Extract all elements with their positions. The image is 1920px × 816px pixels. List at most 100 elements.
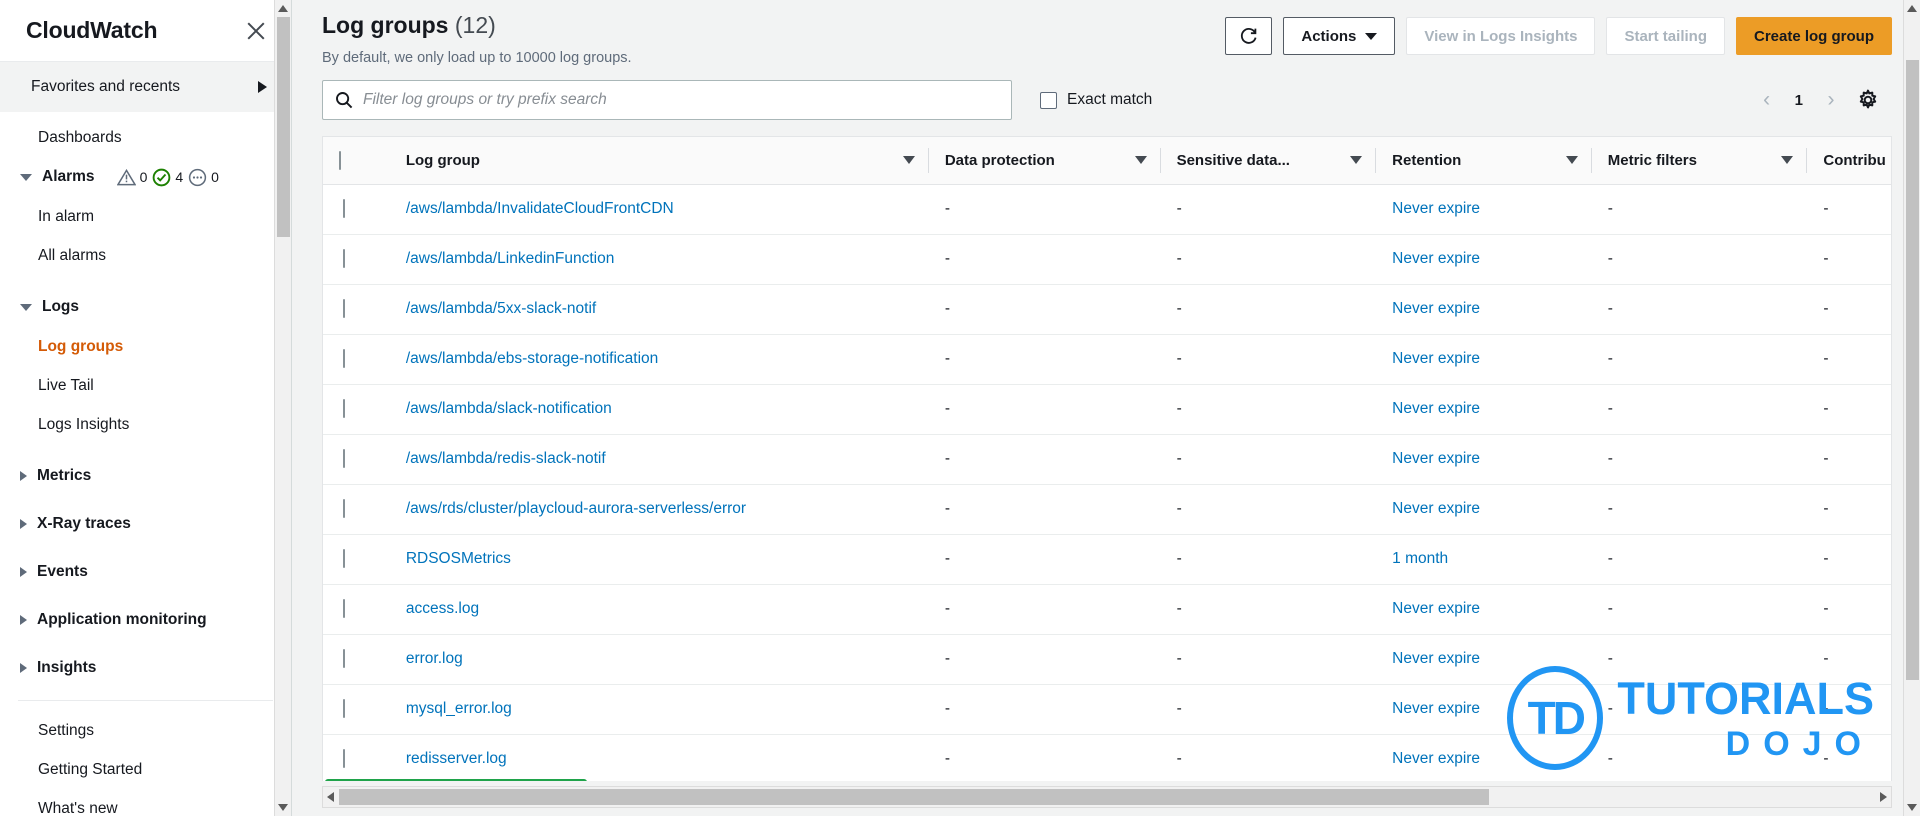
- sidebar-item-application-monitoring[interactable]: Application monitoring: [0, 600, 291, 640]
- view-in-logs-insights-button[interactable]: View in Logs Insights: [1406, 17, 1596, 55]
- table-row[interactable]: error.log - - Never expire - -: [323, 634, 1891, 685]
- table-row[interactable]: /aws/lambda/slack-notification - - Never ex…: [323, 384, 1891, 435]
- sidebar-item-logs-insights[interactable]: Logs Insights: [0, 405, 291, 444]
- sort-icon[interactable]: [1350, 156, 1363, 165]
- scroll-right-icon[interactable]: [1880, 792, 1887, 802]
- table-row[interactable]: mysql_error.log - - Never expire - -: [323, 684, 1891, 735]
- row-checkbox[interactable]: [343, 449, 345, 468]
- sidebar-item-metrics[interactable]: Metrics: [0, 456, 291, 496]
- sidebar-item-whats-new[interactable]: What's new: [0, 789, 291, 816]
- table-row[interactable]: RDSOSMetrics - -1 month - -: [323, 534, 1891, 585]
- sidebar-item-insights[interactable]: Insights: [0, 648, 291, 688]
- table-row[interactable]: /aws/lambda/ebs-storage-notification - - Ne…: [323, 334, 1891, 385]
- retention-link[interactable]: Never expire: [1392, 400, 1480, 417]
- log-group-link[interactable]: /aws/rds/cluster/playcloud-aurora-server…: [406, 500, 746, 517]
- row-checkbox[interactable]: [343, 749, 345, 768]
- actions-button[interactable]: Actions: [1283, 17, 1396, 55]
- select-all-checkbox[interactable]: [339, 150, 341, 170]
- table-row[interactable]: /aws/lambda/5xx-slack-notif - - Never expir…: [323, 284, 1891, 335]
- sort-icon[interactable]: [1134, 156, 1147, 165]
- table-row[interactable]: /aws/lambda/redis-slack-notif - - Never exp…: [323, 434, 1891, 485]
- page-title-count: (12): [454, 12, 496, 38]
- search-input[interactable]: [363, 91, 999, 109]
- scrollbar-thumb[interactable]: [277, 17, 290, 237]
- scroll-up-icon[interactable]: [278, 5, 288, 12]
- chevron-right-icon[interactable]: ›: [1816, 84, 1846, 116]
- search-box[interactable]: [322, 80, 1012, 120]
- retention-link[interactable]: Never expire: [1392, 350, 1480, 367]
- table-row[interactable]: /aws/rds/cluster/playcloud-aurora-server…: [323, 484, 1891, 535]
- log-group-link[interactable]: mysql_error.log: [406, 700, 512, 717]
- horizontal-scrollbar[interactable]: [322, 786, 1892, 808]
- sidebar-item-label: Events: [37, 563, 88, 580]
- retention-link[interactable]: Never expire: [1392, 700, 1480, 717]
- log-group-link[interactable]: /aws/lambda/InvalidateCloudFrontCDN: [406, 200, 674, 217]
- create-log-group-button[interactable]: Create log group: [1735, 17, 1892, 55]
- log-group-link[interactable]: /aws/lambda/5xx-slack-notif: [406, 300, 596, 317]
- row-checkbox[interactable]: [343, 199, 345, 218]
- row-checkbox[interactable]: [343, 699, 345, 718]
- row-checkbox[interactable]: [343, 299, 345, 318]
- sidebar-item-log-groups[interactable]: Log groups: [0, 327, 291, 366]
- page-number[interactable]: 1: [1786, 92, 1812, 109]
- table-row[interactable]: /aws/lambda/LinkedinFunction - - Never expi…: [323, 234, 1891, 285]
- sidebar-item-alarms[interactable]: Alarms 0 4 0: [0, 157, 291, 197]
- row-checkbox[interactable]: [343, 349, 345, 368]
- page-scrollbar[interactable]: [1903, 0, 1920, 816]
- sidebar-scrollbar[interactable]: [274, 0, 291, 816]
- log-group-link[interactable]: RDSOSMetrics: [406, 550, 511, 567]
- sidebar-item-in-alarm[interactable]: In alarm: [0, 197, 291, 236]
- sort-icon[interactable]: [902, 156, 915, 165]
- chevron-left-icon[interactable]: ‹: [1752, 84, 1782, 116]
- scroll-down-icon[interactable]: [278, 804, 288, 811]
- refresh-button[interactable]: [1225, 17, 1273, 55]
- scroll-left-icon[interactable]: [327, 792, 334, 802]
- exact-match-checkbox[interactable]: [1040, 91, 1057, 109]
- retention-link[interactable]: Never expire: [1392, 600, 1480, 617]
- sidebar-item-settings[interactable]: Settings: [0, 711, 291, 750]
- sidebar-item-getting-started[interactable]: Getting Started: [0, 750, 291, 789]
- retention-link[interactable]: Never expire: [1392, 250, 1480, 267]
- log-group-link[interactable]: error.log: [406, 650, 463, 667]
- log-group-link[interactable]: /aws/lambda/slack-notification: [406, 400, 612, 417]
- log-group-link[interactable]: access.log: [406, 600, 479, 617]
- retention-link[interactable]: Never expire: [1392, 650, 1480, 667]
- sort-icon[interactable]: [1565, 156, 1578, 165]
- horizontal-scrollbar-thumb[interactable]: [339, 789, 1489, 805]
- row-checkbox[interactable]: [343, 549, 345, 568]
- sidebar-item-events[interactable]: Events: [0, 552, 291, 592]
- row-checkbox[interactable]: [343, 649, 345, 668]
- sidebar-favorites-and-recents[interactable]: Favorites and recents: [0, 62, 291, 112]
- cell-contributor-insights: -: [1807, 534, 1891, 585]
- log-group-link[interactable]: /aws/lambda/LinkedinFunction: [406, 250, 615, 267]
- log-group-link[interactable]: /aws/lambda/redis-slack-notif: [406, 450, 606, 467]
- scroll-down-icon[interactable]: [1907, 804, 1917, 811]
- page-scrollbar-thumb[interactable]: [1906, 60, 1919, 680]
- retention-link[interactable]: Never expire: [1392, 500, 1480, 517]
- row-checkbox[interactable]: [343, 399, 345, 418]
- sidebar-item-live-tail[interactable]: Live Tail: [0, 366, 291, 405]
- scroll-up-icon[interactable]: [1907, 5, 1917, 12]
- row-checkbox[interactable]: [343, 499, 345, 518]
- sidebar-item-logs[interactable]: Logs: [0, 287, 291, 327]
- sidebar-item-dashboards[interactable]: Dashboards: [0, 118, 291, 157]
- gear-icon[interactable]: [1850, 84, 1886, 116]
- sidebar-item-all-alarms[interactable]: All alarms: [0, 236, 291, 275]
- table-row[interactable]: access.log - - Never expire - -: [323, 584, 1891, 635]
- row-checkbox[interactable]: [343, 249, 345, 268]
- sort-icon[interactable]: [1781, 156, 1794, 165]
- row-checkbox[interactable]: [343, 599, 345, 618]
- log-group-link[interactable]: /aws/lambda/ebs-storage-notification: [406, 350, 658, 367]
- exact-match-toggle[interactable]: Exact match: [1040, 91, 1152, 109]
- log-group-link[interactable]: redisserver.log: [406, 750, 507, 767]
- retention-link[interactable]: 1 month: [1392, 550, 1448, 567]
- start-tailing-button[interactable]: Start tailing: [1606, 17, 1725, 55]
- table-row[interactable]: /aws/lambda/InvalidateCloudFrontCDN - - Nev…: [323, 184, 1891, 235]
- sidebar-item-xray-traces[interactable]: X-Ray traces: [0, 504, 291, 544]
- retention-link[interactable]: Never expire: [1392, 200, 1480, 217]
- table-row[interactable]: redisserver.log - - Never expire - -: [323, 734, 1891, 781]
- close-icon[interactable]: [243, 18, 269, 44]
- retention-link[interactable]: Never expire: [1392, 750, 1480, 767]
- retention-link[interactable]: Never expire: [1392, 450, 1480, 467]
- retention-link[interactable]: Never expire: [1392, 300, 1480, 317]
